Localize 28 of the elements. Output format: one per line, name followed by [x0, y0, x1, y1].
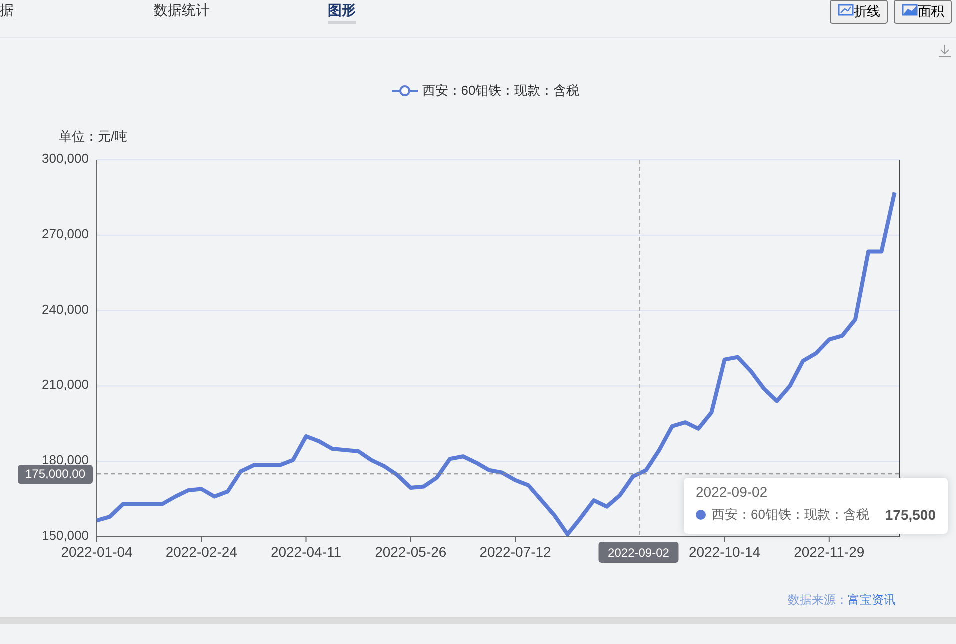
axis-label: 270,000 [42, 226, 89, 242]
tab[interactable]: 数据统计 [154, 0, 210, 24]
axis-label: 2022-11-29 [794, 544, 865, 560]
axis-label: 2022-05-26 [375, 544, 447, 560]
tooltip-value: 175,500 [885, 507, 936, 523]
tooltip-series: 西安：60钼铁：现款：含税 [712, 506, 870, 524]
axis-label: 2022-01-04 [61, 544, 133, 560]
y-pointer-label: 175,000.00 [18, 465, 93, 484]
legend-label[interactable]: 西安：60钼铁：现款：含税 [422, 82, 580, 100]
axis-label: 2022-02-24 [166, 544, 238, 560]
unit-label: 单位：元/吨 [59, 129, 128, 144]
tooltip-date: 2022-09-02 [696, 484, 769, 500]
axis-label: 180,000 [42, 452, 89, 468]
axis-label: 2022-04-11 [270, 544, 342, 560]
axis-label: 2022-07-12 [480, 544, 552, 560]
axis-label: 240,000 [42, 302, 89, 317]
axis-label: 150,000 [42, 528, 89, 543]
source-label: 数据来源： [788, 592, 848, 608]
line-view-button[interactable]: 折线 [830, 0, 888, 24]
tab[interactable]: 图形 [328, 0, 356, 24]
axis-label: 210,000 [42, 377, 89, 392]
axis-label: 300,000 [42, 151, 89, 166]
x-pointer-label: 2022-09-02 [598, 542, 679, 563]
ref-line-label: 175,000.00 [25, 467, 86, 482]
axis-label: 2022-10-14 [688, 544, 761, 560]
tab[interactable]: 据 [0, 0, 14, 24]
source-link[interactable]: 富宝资讯 [848, 592, 896, 608]
area-view-button[interactable]: 面积 [894, 0, 952, 24]
